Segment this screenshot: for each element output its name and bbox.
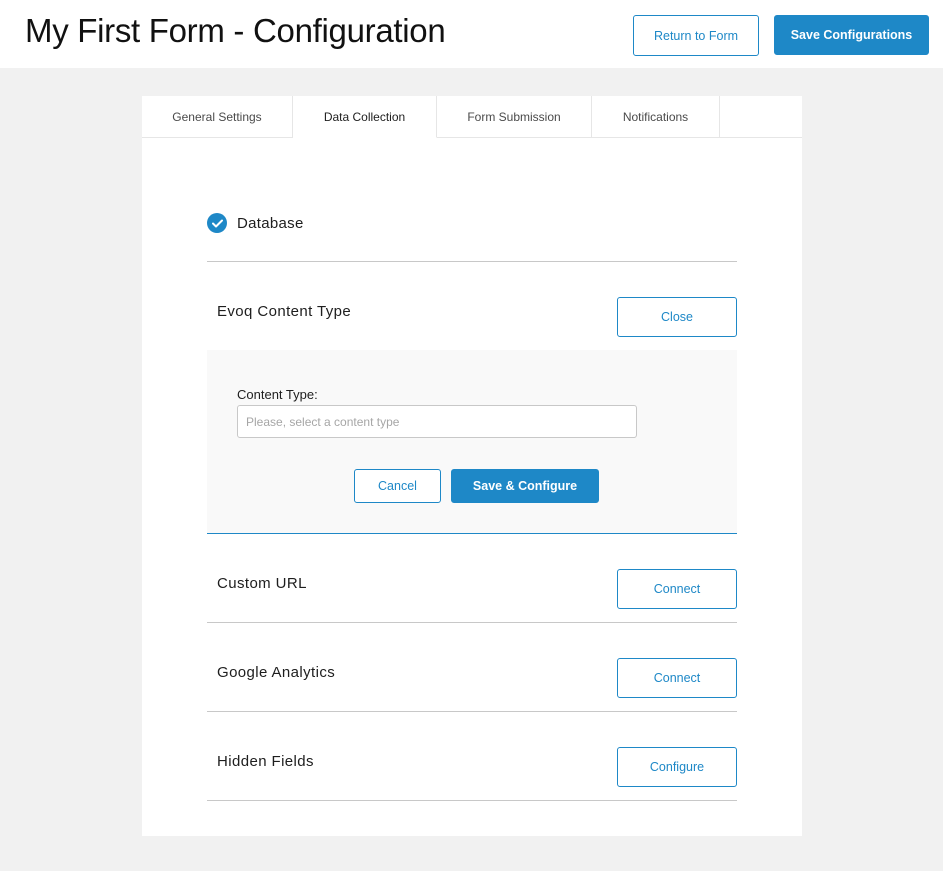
database-label: Database	[237, 214, 304, 232]
tab-notifications[interactable]: Notifications	[592, 96, 720, 138]
google-analytics-connect-button[interactable]: Connect	[617, 658, 737, 698]
hidden-fields-title: Hidden Fields	[217, 753, 314, 770]
divider	[207, 622, 737, 623]
check-circle-icon[interactable]	[207, 213, 227, 233]
custom-url-connect-button[interactable]: Connect	[617, 569, 737, 609]
tab-data-collection[interactable]: Data Collection	[293, 96, 437, 138]
hidden-fields-configure-button[interactable]: Configure	[617, 747, 737, 787]
divider	[207, 261, 737, 262]
page-header: My First Form - Configuration Return to …	[0, 0, 943, 68]
custom-url-title: Custom URL	[217, 575, 307, 592]
page-title: My First Form - Configuration	[25, 12, 446, 49]
tab-general-settings[interactable]: General Settings	[142, 96, 293, 138]
save-and-configure-button[interactable]: Save & Configure	[451, 469, 599, 503]
evoq-content-type-title: Evoq Content Type	[217, 303, 352, 320]
close-button[interactable]: Close	[617, 297, 737, 337]
divider	[207, 533, 737, 534]
save-configurations-button[interactable]: Save Configurations	[774, 15, 929, 55]
content-type-input[interactable]	[237, 405, 637, 438]
tab-bar: General Settings Data Collection Form Su…	[142, 96, 802, 138]
cancel-button[interactable]: Cancel	[354, 469, 441, 503]
google-analytics-title: Google Analytics	[217, 664, 336, 681]
content-type-config-panel: Content Type: Cancel Save & Configure	[207, 350, 737, 533]
divider	[207, 800, 737, 801]
configuration-panel: General Settings Data Collection Form Su…	[142, 96, 802, 836]
database-option[interactable]: Database	[207, 213, 304, 233]
tab-form-submission[interactable]: Form Submission	[437, 96, 592, 138]
divider	[207, 711, 737, 712]
content-type-label: Content Type:	[237, 387, 318, 402]
return-to-form-button[interactable]: Return to Form	[633, 15, 759, 56]
